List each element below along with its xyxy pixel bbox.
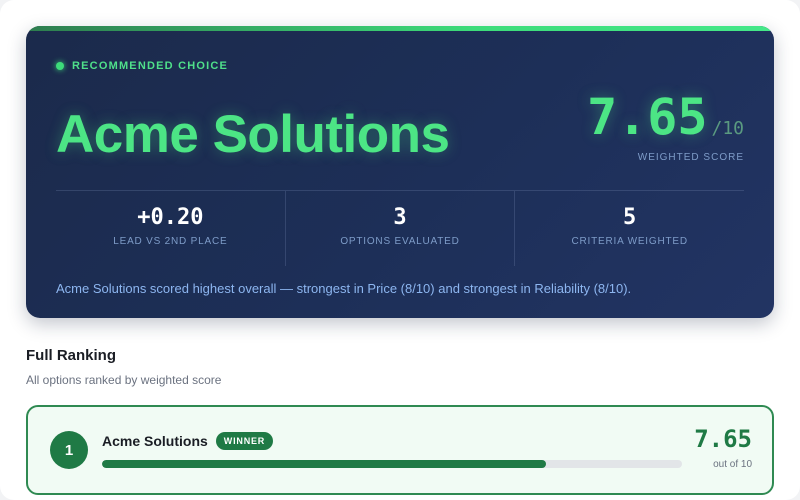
weighted-score-value: 7.65 xyxy=(587,88,708,146)
stat-options: 3 OPTIONS EVALUATED xyxy=(286,191,516,266)
recommended-badge: RECOMMENDED CHOICE xyxy=(56,60,228,72)
weighted-score-denominator: /10 xyxy=(711,118,744,139)
weighted-score-block: 7.65 /10 WEIGHTED SCORE xyxy=(587,88,744,163)
winner-name: Acme Solutions xyxy=(56,105,450,164)
recommended-label: RECOMMENDED CHOICE xyxy=(72,60,229,72)
score-bar-track xyxy=(102,460,682,468)
stat-label: OPTIONS EVALUATED xyxy=(340,236,460,247)
ranking-subtitle: All options ranked by weighted score xyxy=(26,373,222,387)
stats-row: +0.20 LEAD VS 2ND PLACE 3 OPTIONS EVALUA… xyxy=(56,190,744,266)
rank-number-badge: 1 xyxy=(50,431,88,469)
stat-value: 3 xyxy=(393,205,407,230)
ranking-item-name: Acme Solutions xyxy=(102,433,208,449)
score-bar-fill xyxy=(102,460,546,468)
ranking-score-block: 7.65 out of 10 xyxy=(694,425,752,470)
stat-lead: +0.20 LEAD VS 2ND PLACE xyxy=(56,191,286,266)
weighted-score-label: WEIGHTED SCORE xyxy=(637,152,744,163)
stat-label: LEAD VS 2ND PLACE xyxy=(113,236,228,247)
stat-criteria: 5 CRITERIA WEIGHTED xyxy=(515,191,744,266)
ranking-score-value: 7.65 xyxy=(694,425,752,453)
ranking-item[interactable]: 1 Acme Solutions WINNER 7.65 out of 10 xyxy=(26,405,774,495)
winner-badge: WINNER xyxy=(215,432,274,450)
stat-label: CRITERIA WEIGHTED xyxy=(571,236,688,247)
hero-accent-bar xyxy=(26,26,774,31)
recommendation-hero-card: RECOMMENDED CHOICE Acme Solutions 7.65 /… xyxy=(26,26,774,318)
status-dot-icon xyxy=(56,62,64,70)
summary-text: Acme Solutions scored highest overall — … xyxy=(56,281,632,296)
stat-value: 5 xyxy=(623,205,637,230)
stat-value: +0.20 xyxy=(137,205,204,230)
results-panel: RECOMMENDED CHOICE Acme Solutions 7.65 /… xyxy=(0,0,800,500)
ranking-score-sub: out of 10 xyxy=(713,459,752,470)
ranking-title: Full Ranking xyxy=(26,347,116,364)
